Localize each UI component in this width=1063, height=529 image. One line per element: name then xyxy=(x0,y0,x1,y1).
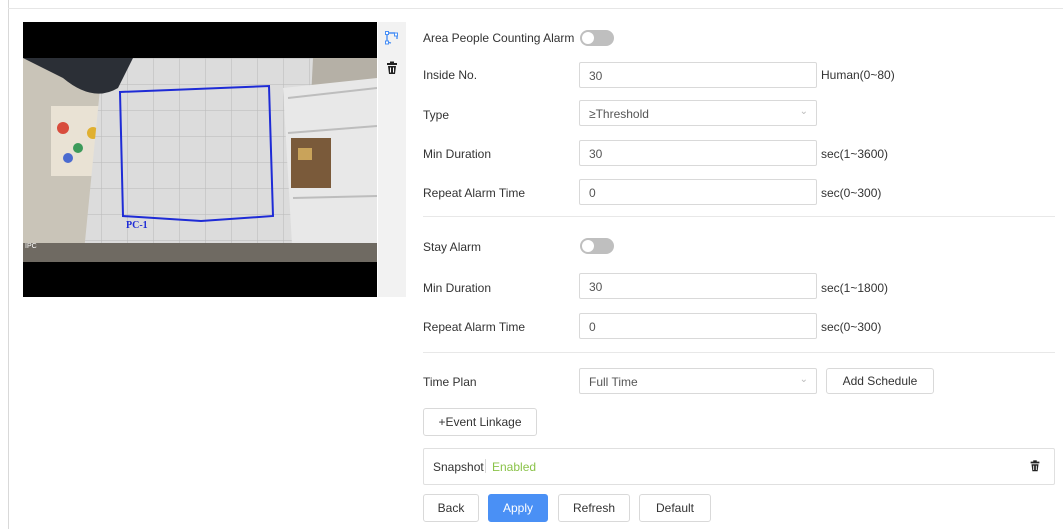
default-button[interactable]: Default xyxy=(639,494,711,522)
overlay-text: IPC xyxy=(25,243,37,250)
stay-repeat-alarm-input[interactable]: 0 xyxy=(579,313,817,339)
inside-no-label: Inside No. xyxy=(423,68,478,82)
region-label: PC-1 xyxy=(126,220,148,231)
refresh-button[interactable]: Refresh xyxy=(558,494,630,522)
snapshot-status: Enabled xyxy=(492,460,537,474)
toggle-knob xyxy=(582,240,594,252)
type-select-value: ≥Threshold xyxy=(589,107,649,121)
video-preview[interactable]: PC-1 IPC xyxy=(23,22,377,297)
repeat-alarm-input[interactable]: 0 xyxy=(579,179,817,205)
area-alarm-toggle[interactable] xyxy=(580,30,614,46)
time-plan-select-value: Full Time xyxy=(589,375,638,389)
stay-repeat-alarm-unit: sec(0~300) xyxy=(821,320,882,334)
camera-scene: PC-1 IPC xyxy=(23,58,377,262)
type-label: Type xyxy=(423,108,450,122)
trash-icon[interactable] xyxy=(384,60,402,78)
time-plan-label: Time Plan xyxy=(423,375,477,389)
snapshot-row: Snapshot Enabled xyxy=(423,448,1055,485)
toggle-knob xyxy=(582,32,594,44)
back-button[interactable]: Back xyxy=(423,494,479,522)
inside-no-unit: Human(0~80) xyxy=(821,68,895,82)
event-linkage-button[interactable]: +Event Linkage xyxy=(423,408,537,436)
inside-no-input[interactable]: 30 xyxy=(579,62,817,88)
repeat-alarm-unit: sec(0~300) xyxy=(821,186,882,200)
chevron-down-icon: ⌄ xyxy=(799,374,808,385)
stay-alarm-label: Stay Alarm xyxy=(423,240,482,254)
type-select[interactable]: ≥Threshold ⌄ xyxy=(579,100,817,126)
min-duration-unit: sec(1~3600) xyxy=(821,147,889,161)
stay-min-duration-input[interactable]: 30 xyxy=(579,273,817,299)
repeat-alarm-label: Repeat Alarm Time xyxy=(423,186,526,200)
apply-button[interactable]: Apply xyxy=(488,494,548,522)
stay-min-duration-unit: sec(1~1800) xyxy=(821,281,889,295)
draw-region-icon[interactable] xyxy=(384,30,402,48)
frame-border-top xyxy=(8,8,1063,9)
scene-image: PC-1 IPC xyxy=(23,58,377,262)
min-duration-label: Min Duration xyxy=(423,147,492,161)
min-duration-input[interactable]: 30 xyxy=(579,140,817,166)
section-divider xyxy=(423,216,1055,217)
snapshot-label: Snapshot xyxy=(433,460,484,474)
time-plan-select[interactable]: Full Time ⌄ xyxy=(579,368,817,394)
stay-repeat-alarm-label: Repeat Alarm Time xyxy=(423,320,526,334)
stay-min-duration-label: Min Duration xyxy=(423,281,492,295)
area-alarm-label: Area People Counting Alarm xyxy=(423,31,575,45)
add-schedule-button[interactable]: Add Schedule xyxy=(826,368,934,394)
section-divider xyxy=(423,352,1055,353)
stay-alarm-toggle[interactable] xyxy=(580,238,614,254)
chevron-down-icon: ⌄ xyxy=(799,106,808,117)
frame-border xyxy=(8,0,9,529)
trash-icon[interactable] xyxy=(1028,459,1042,476)
snapshot-separator xyxy=(485,459,486,473)
